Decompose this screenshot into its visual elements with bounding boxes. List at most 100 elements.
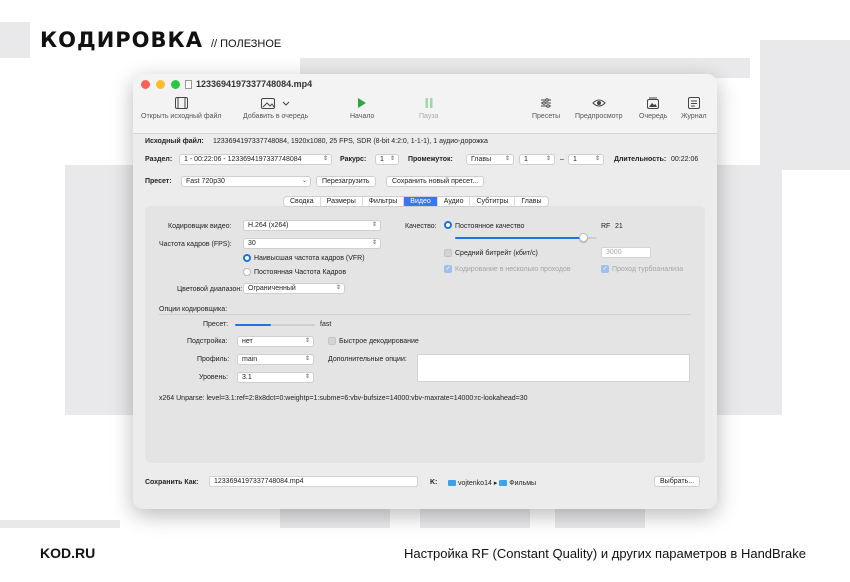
log-button[interactable]: Журнал <box>681 96 707 120</box>
tab-subtitles[interactable]: Субтитры <box>470 197 516 206</box>
minimize-window-button[interactable] <box>156 80 165 89</box>
level-select-value: 3.1 <box>242 374 252 381</box>
tab-summary[interactable]: Сводка <box>284 197 321 206</box>
save-new-preset-button[interactable]: Сохранить новый пресет... <box>386 176 485 187</box>
angle-select[interactable]: 1 ⇕ <box>375 154 399 165</box>
settings-tabs: Сводка Размеры Фильтры Видео Аудио Субти… <box>283 196 549 207</box>
rf-slider-knob[interactable] <box>579 233 588 242</box>
close-window-button[interactable] <box>141 80 150 89</box>
tab-chapters[interactable]: Главы <box>515 197 547 206</box>
bg-block <box>0 520 120 528</box>
presets-button[interactable]: Пресеты <box>532 96 560 120</box>
save-path[interactable]: vojtenko14 ▸ Фильмы <box>448 479 536 487</box>
preset-label: Пресет: <box>145 178 172 185</box>
encoder-preset-value: fast <box>320 321 332 328</box>
log-icon <box>687 97 700 109</box>
encoder-select[interactable]: H.264 (x264) ⇕ <box>243 220 381 231</box>
save-as-input[interactable]: 1233694197337748084.mp4 <box>209 476 418 487</box>
profile-select[interactable]: main ⇕ <box>237 354 314 365</box>
reload-preset-button[interactable]: Перезагрузить <box>316 176 376 187</box>
rf-slider-fill <box>455 237 583 239</box>
bg-block <box>65 165 135 415</box>
turbo-checkbox[interactable]: ✓ <box>601 265 609 273</box>
log-label: Журнал <box>681 113 707 120</box>
handbrake-window: 1233694197337748084.mp4 Открыть исходный… <box>133 74 717 509</box>
range-to-value: 1 <box>573 156 577 163</box>
title-select-value: 1 - 00:22:06 - 1233694197337748084 <box>184 156 302 163</box>
chevron-updown-icon: ⇕ <box>594 156 600 162</box>
angle-select-value: 1 <box>380 156 384 163</box>
divider <box>159 314 691 315</box>
constant-framerate-radio[interactable] <box>243 268 251 276</box>
path-separator: ▸ <box>493 480 498 487</box>
bg-block <box>760 40 850 170</box>
extra-options-textarea[interactable] <box>417 354 690 382</box>
constant-quality-radio[interactable] <box>444 221 452 229</box>
queue-button[interactable]: Очередь <box>639 96 667 120</box>
title-label: Раздел: <box>145 156 173 163</box>
chevron-updown-icon: ⇕ <box>389 156 395 162</box>
chevron-updown-icon: ⇕ <box>371 240 377 246</box>
pause-button[interactable]: Пауза <box>419 96 438 120</box>
start-button[interactable]: Начало <box>350 96 374 120</box>
presets-label: Пресеты <box>532 113 561 120</box>
add-photo-icon <box>260 98 289 109</box>
brand: КОДИРОВКА // ПОЛЕЗНОЕ <box>40 28 281 52</box>
folder-icon <box>448 480 456 487</box>
range-label: Промежуток: <box>408 156 453 163</box>
main-content: Исходный файл: 1233694197337748084, 1920… <box>133 134 717 509</box>
extra-options-label: Дополнительные опции: <box>328 356 407 363</box>
add-queue-button[interactable]: Добавить в очередь <box>243 96 308 120</box>
tune-select-value: нет <box>242 338 253 345</box>
tab-video[interactable]: Видео <box>404 197 438 206</box>
duration-value: 00:22:06 <box>671 156 699 163</box>
queue-label: Очередь <box>639 113 668 120</box>
range-type-select[interactable]: Главы ⇕ <box>466 154 514 165</box>
multipass-checkbox[interactable]: ✓ <box>444 265 452 273</box>
brand-tag: // ПОЛЕЗНОЕ <box>210 38 282 50</box>
level-select[interactable]: 3.1 ⇕ <box>237 372 314 383</box>
preset-select-value: Fast 720p30 <box>186 178 225 185</box>
fast-decode-checkbox[interactable] <box>328 337 336 345</box>
constant-framerate-label: Постоянная Частота Кадров <box>254 269 347 276</box>
save-to-label: K: <box>430 479 438 486</box>
titlebar: 1233694197337748084.mp4 Открыть исходный… <box>133 74 717 134</box>
avg-bitrate-input[interactable]: 3000 <box>601 247 651 258</box>
peak-framerate-radio[interactable] <box>243 254 251 262</box>
preset-select[interactable]: Fast 720p30 ⌄ <box>181 176 311 187</box>
fps-label: Частота кадров (FPS): <box>159 241 232 248</box>
window-title: 1233694197337748084.mp4 <box>185 79 312 89</box>
range-from-select[interactable]: 1 ⇕ <box>519 154 555 165</box>
color-range-label: Цветовой диапазон: <box>177 286 243 293</box>
path-user: vojtenko14 <box>458 480 492 487</box>
profile-select-value: main <box>242 356 258 363</box>
chevron-updown-icon: ⇕ <box>304 338 310 344</box>
choose-folder-button[interactable]: Выбрать... <box>654 476 701 487</box>
window-title-text: 1233694197337748084.mp4 <box>196 79 313 89</box>
color-range-select[interactable]: Ограниченный ⇕ <box>243 283 345 294</box>
duration-label: Длительность: <box>614 156 667 163</box>
fps-select[interactable]: 30 ⇕ <box>243 238 381 249</box>
brand-logo: КОДИРОВКА <box>40 28 203 52</box>
open-source-button[interactable]: Открыть исходный файл <box>141 96 222 120</box>
film-icon <box>174 97 188 109</box>
zoom-window-button[interactable] <box>171 80 180 89</box>
range-to-select[interactable]: 1 ⇕ <box>568 154 604 165</box>
tab-dimensions[interactable]: Размеры <box>321 197 363 206</box>
range-from-value: 1 <box>524 156 528 163</box>
title-select[interactable]: 1 - 00:22:06 - 1233694197337748084 ⇕ <box>179 154 332 165</box>
add-queue-label: Добавить в очередь <box>243 113 309 120</box>
range-type-value: Главы <box>471 156 492 163</box>
fps-select-value: 30 <box>248 240 256 247</box>
tune-select[interactable]: нет ⇕ <box>237 336 314 347</box>
avg-bitrate-radio[interactable] <box>444 249 452 257</box>
chevron-updown-icon: ⇕ <box>335 285 341 291</box>
preview-button[interactable]: Предпросмотр <box>575 96 622 120</box>
encoder-preset-slider-fill <box>235 324 271 326</box>
tab-filters[interactable]: Фильтры <box>363 197 405 206</box>
tab-audio[interactable]: Аудио <box>438 197 471 206</box>
footer-caption: Настройка RF (Constant Quality) и других… <box>403 546 806 561</box>
x264-unparse: x264 Unparse: level=3.1:ref=2:8x8dct=0:w… <box>159 395 528 402</box>
bg-block <box>0 22 30 58</box>
source-info: 1233694197337748084, 1920x1080, 25 FPS, … <box>213 138 488 145</box>
